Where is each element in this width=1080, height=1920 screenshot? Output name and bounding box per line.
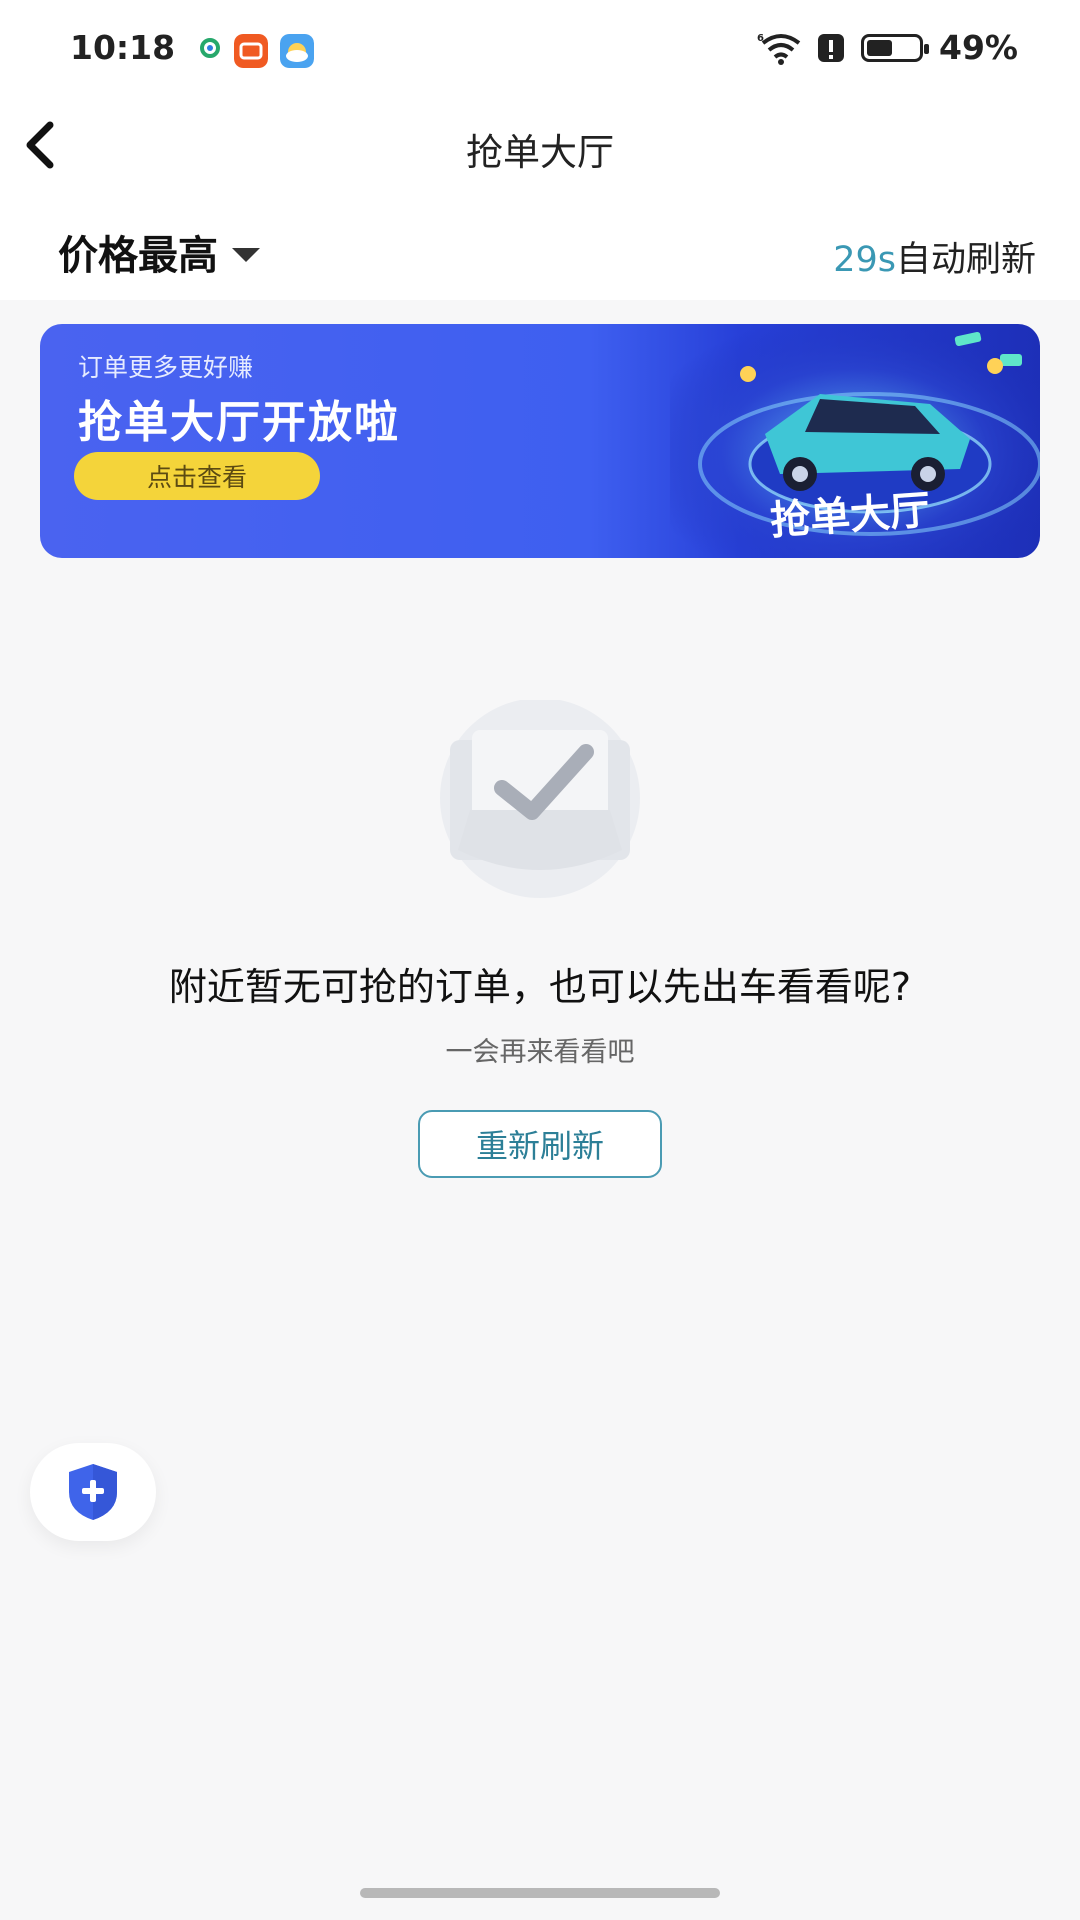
safety-center-button[interactable] bbox=[30, 1443, 156, 1541]
refresh-button[interactable]: 重新刷新 bbox=[418, 1110, 662, 1178]
promo-banner[interactable]: 订单更多更好赚 抢单大厅开放啦 点击查看 抢单大厅 bbox=[40, 324, 1040, 558]
auto-refresh-info: 29s自动刷新 bbox=[833, 231, 1036, 282]
sort-dropdown[interactable]: 价格最高 bbox=[58, 223, 260, 281]
empty-message: 附近暂无可抢的订单，也可以先出车看看呢? bbox=[168, 965, 912, 1009]
banner-subtitle: 订单更多更好赚 bbox=[78, 353, 254, 382]
svg-text:6: 6 bbox=[757, 33, 764, 44]
location-pin-icon bbox=[200, 38, 220, 58]
status-right: 6 49% bbox=[757, 28, 1018, 67]
navigation-bar: 抢单大厅 bbox=[0, 100, 1080, 210]
empty-checkmark-icon bbox=[440, 700, 640, 898]
wifi-icon: 6 bbox=[757, 33, 801, 65]
car-illustration-icon: 抢单大厅 bbox=[670, 324, 1040, 558]
taobao-app-icon bbox=[234, 34, 268, 68]
page-title: 抢单大厅 bbox=[466, 131, 614, 174]
refresh-suffix: 自动刷新 bbox=[895, 240, 1036, 280]
status-time: 10:18 bbox=[70, 28, 176, 67]
banner-title: 抢单大厅开放啦 bbox=[78, 397, 400, 448]
filter-row: 价格最高 29s自动刷新 bbox=[0, 215, 1080, 295]
caret-down-icon bbox=[232, 248, 260, 262]
refresh-countdown: 29s bbox=[833, 240, 896, 280]
sort-label: 价格最高 bbox=[58, 233, 218, 279]
weather-app-icon bbox=[280, 34, 314, 68]
home-indicator[interactable] bbox=[360, 1888, 720, 1898]
battery-percent: 49% bbox=[939, 28, 1018, 67]
empty-sub-message: 一会再来看看吧 bbox=[445, 1037, 635, 1068]
shield-plus-icon bbox=[69, 1464, 117, 1520]
battery-icon bbox=[861, 33, 929, 62]
status-bar: 10:18 6 49% bbox=[0, 0, 1080, 100]
notification-icons bbox=[198, 34, 314, 68]
banner-cta-button[interactable]: 点击查看 bbox=[74, 452, 320, 500]
alert-icon bbox=[818, 33, 844, 62]
